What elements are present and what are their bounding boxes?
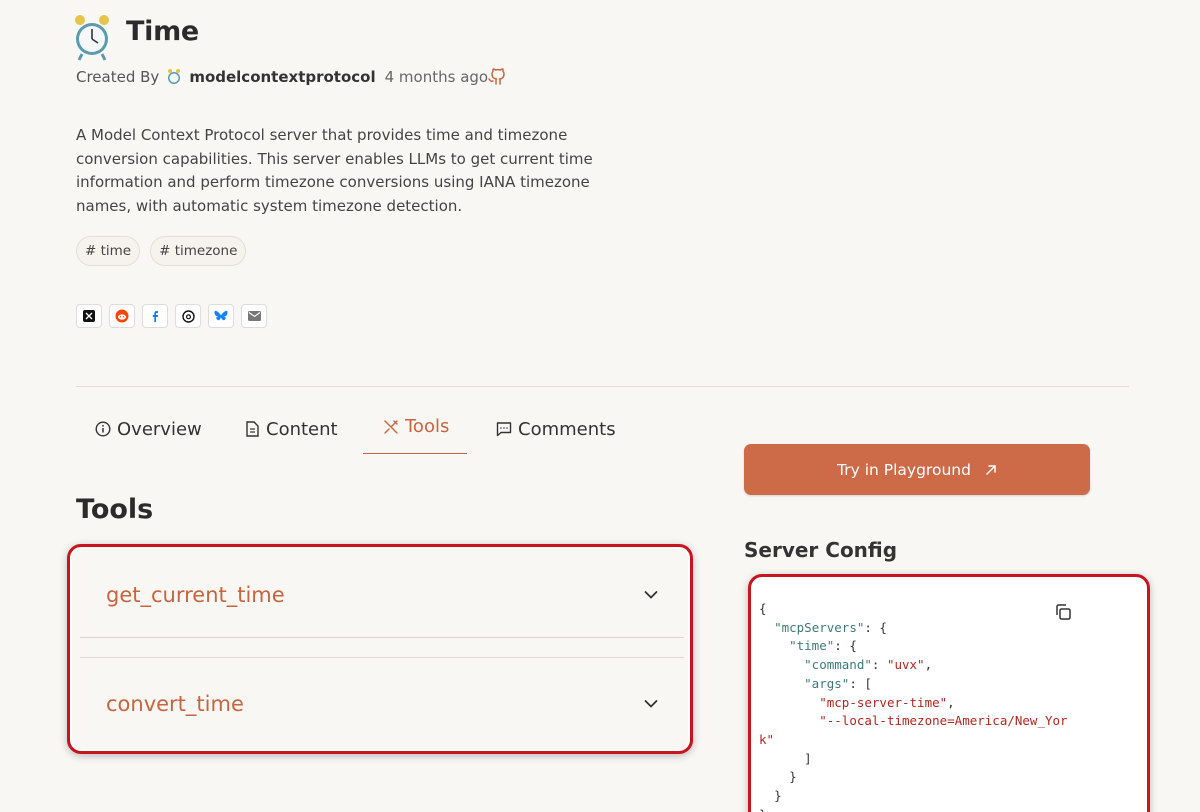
- share-x-button[interactable]: [76, 304, 102, 328]
- tab-overview-label: Overview: [117, 418, 202, 440]
- document-icon: [246, 421, 259, 437]
- tool-item-get-current-time[interactable]: get_current_time: [80, 555, 684, 635]
- section-divider: [76, 386, 1129, 387]
- tag-timezone[interactable]: # timezone: [150, 236, 247, 266]
- copy-icon[interactable]: [1054, 603, 1072, 621]
- tool-item-convert-time[interactable]: convert_time: [80, 664, 684, 744]
- created-time: 4 months ago: [384, 68, 489, 86]
- tab-comments[interactable]: Comments: [496, 404, 616, 454]
- x-icon: [83, 310, 95, 322]
- share-buttons: [76, 304, 267, 328]
- comment-icon: [496, 422, 512, 437]
- tag-time[interactable]: # time: [76, 236, 141, 266]
- page-title: Time: [126, 16, 199, 47]
- playground-label: Try in Playground: [837, 460, 971, 479]
- chevron-down-icon[interactable]: [644, 699, 658, 709]
- email-icon: [247, 311, 261, 321]
- tab-comments-label: Comments: [518, 418, 616, 440]
- tab-content-label: Content: [266, 418, 338, 440]
- bluesky-icon: [214, 310, 228, 321]
- tools-icon: [384, 419, 398, 434]
- github-icon[interactable]: [487, 67, 507, 87]
- share-reddit-button[interactable]: [109, 304, 135, 328]
- config-code-block[interactable]: { "mcpServers": { "time": { "command": "…: [759, 600, 1089, 812]
- author-meta: Created By modelcontextprotocol 4 months…: [76, 68, 488, 86]
- tool-name: get_current_time: [106, 583, 285, 607]
- tools-list: get_current_time convert_time: [67, 544, 693, 754]
- tab-tools[interactable]: Tools: [363, 404, 467, 454]
- share-email-button[interactable]: [241, 304, 267, 328]
- created-by-label: Created By: [76, 68, 160, 86]
- tab-content[interactable]: Content: [245, 404, 338, 454]
- server-config-code: { "mcpServers": { "time": { "command": "…: [748, 574, 1150, 812]
- share-bluesky-button[interactable]: [208, 304, 234, 328]
- external-arrow-icon: [986, 464, 996, 475]
- tab-tools-label: Tools: [405, 416, 450, 437]
- author-link[interactable]: modelcontextprotocol: [189, 68, 375, 86]
- info-icon: [95, 421, 111, 437]
- tools-heading: Tools: [76, 494, 154, 525]
- try-in-playground-button[interactable]: Try in Playground: [744, 444, 1090, 495]
- chevron-down-icon[interactable]: [644, 590, 658, 600]
- server-description: A Model Context Protocol server that pro…: [76, 126, 593, 216]
- tool-separator: [80, 657, 684, 658]
- facebook-icon: [152, 311, 158, 322]
- threads-icon: [181, 309, 195, 323]
- server-config-heading: Server Config: [744, 538, 898, 562]
- tool-separator: [80, 637, 684, 638]
- tab-overview[interactable]: Overview: [95, 404, 202, 454]
- author-avatar-icon: [168, 69, 181, 84]
- alarm-clock-icon: [75, 15, 109, 61]
- share-facebook-button[interactable]: [142, 304, 168, 328]
- share-threads-button[interactable]: [175, 304, 201, 328]
- reddit-icon: [115, 309, 129, 323]
- tool-name: convert_time: [106, 692, 244, 716]
- tag-list: # time # timezone: [76, 236, 247, 266]
